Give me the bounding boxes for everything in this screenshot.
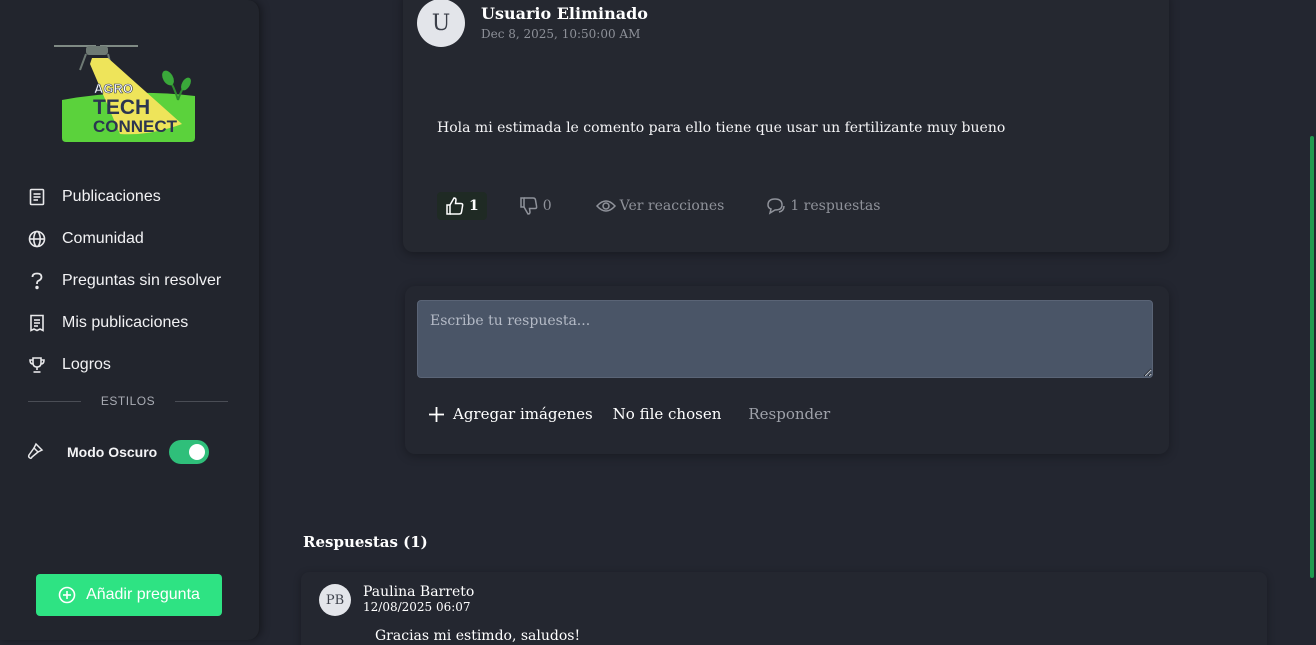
reply-author: Paulina Barreto [363,584,475,600]
sidebar-item-mis-publicaciones[interactable]: Mis publicaciones [26,302,246,344]
replies-count-label: 1 respuestas [790,198,881,214]
view-reactions-label: Ver reacciones [619,198,725,214]
thumbs-up-icon [445,196,465,216]
dark-mode-label: Modo Oscuro [67,444,158,460]
reply-text: Gracias mi estimdo, saludos! [375,628,581,644]
toggle-knob [189,444,206,460]
reply-input[interactable] [417,300,1153,378]
add-question-label: Añadir pregunta [86,586,200,603]
post-actions: 1 0 Ver reacciones 1 respuestas [437,192,880,220]
post-author: Usuario Eliminado [481,4,648,23]
file-status: No file chosen [612,405,722,423]
scrollbar[interactable] [1310,136,1314,578]
logo-text-tech: TECH [93,96,150,119]
plus-circle-icon [58,586,76,604]
reply-form-actions: Agregar imágenes No file chosen Responde… [428,405,830,423]
sidebar-item-label: Publicaciones [62,188,161,205]
question-icon [26,270,48,292]
respond-button[interactable]: Responder [748,405,830,423]
add-question-button[interactable]: Añadir pregunta [36,574,222,616]
agrotechconnect-logo[interactable]: AGRO TECH CONNECT [50,40,200,150]
sidebar-item-comunidad[interactable]: Comunidad [26,218,246,260]
sidebar-item-label: Preguntas sin resolver [62,272,222,289]
sidebar-item-preguntas[interactable]: Preguntas sin resolver [26,260,246,302]
add-images-label: Agregar imágenes [453,405,593,423]
reply-date: 12/08/2025 06:07 [363,600,471,614]
post-date: Dec 8, 2025, 10:50:00 AM [481,27,641,41]
dark-mode-row: Modo Oscuro [26,440,210,464]
post-body: Hola mi estimada le comento para ello ti… [437,120,1006,136]
dislike-count: 0 [542,198,552,214]
plus-icon [428,406,445,423]
sidebar: AGRO TECH CONNECT Publicaciones Comunida… [0,0,260,640]
logo-text-agro: AGRO [94,81,133,96]
sidebar-nav: Publicaciones Comunidad Preguntas sin re… [26,176,246,386]
chat-icon [766,197,786,215]
reply-avatar: PB [319,584,351,616]
receipt-icon [26,312,48,334]
replies-title: Respuestas (1) [303,533,428,551]
document-icon [26,186,48,208]
sidebar-item-label: Comunidad [62,230,144,247]
replies-count-button[interactable]: 1 respuestas [766,197,880,215]
sidebar-item-label: Mis publicaciones [62,314,189,331]
sidebar-item-publicaciones[interactable]: Publicaciones [26,176,246,218]
trophy-icon [26,354,48,376]
sidebar-item-label: Logros [62,356,111,373]
like-button[interactable]: 1 [437,192,487,220]
section-divider: ESTILOS [28,394,228,408]
eye-icon [595,198,616,214]
like-count: 1 [469,198,479,214]
logo-text-connect: CONNECT [93,117,178,136]
thumbs-down-icon [519,196,539,216]
brush-icon [26,442,46,463]
view-reactions-button[interactable]: Ver reacciones [595,198,725,214]
dislike-button[interactable]: 0 [519,196,552,216]
section-label: ESTILOS [100,394,156,408]
dark-mode-toggle[interactable] [169,440,210,464]
add-images-button[interactable]: Agregar imágenes [428,405,593,423]
globe-icon [26,228,48,250]
avatar: U [417,0,465,47]
sidebar-item-logros[interactable]: Logros [26,344,246,386]
